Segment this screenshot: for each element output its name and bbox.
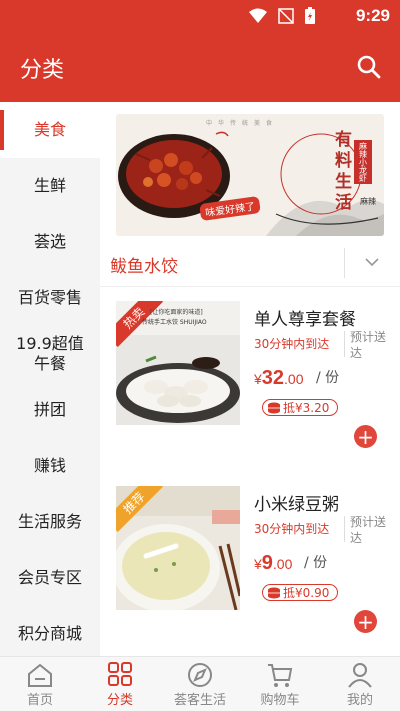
coupon-tag: 抵¥0.90 — [262, 584, 339, 601]
sidebar-item-fresh[interactable]: 生鲜 — [0, 158, 100, 214]
sidebar-item-label: 生活服务 — [17, 512, 82, 531]
battery-icon — [305, 7, 315, 24]
nav-home[interactable]: 首页 — [0, 657, 80, 711]
page-title: 分类 — [20, 58, 65, 83]
sidebar-item-selection[interactable]: 荟选 — [0, 214, 100, 270]
coupon-tag: 抵¥3.20 — [262, 399, 339, 416]
sidebar-item-food[interactable]: 美食 — [0, 102, 100, 158]
sidebar-item-label: 生鲜 — [33, 176, 66, 195]
sidebar-item-label: 拼团 — [33, 400, 66, 419]
sidebar-item-label: 会员专区 — [17, 568, 82, 587]
nav-cart[interactable]: 购物车 — [240, 657, 320, 711]
promo-banner[interactable]: 中华传统美食 有料生活 麻辣小龙虾 味爱好辣了 麻辣 — [116, 114, 384, 236]
section-divider — [344, 248, 345, 278]
search-icon[interactable] — [356, 54, 382, 80]
sidebar-item-label: 百货零售 — [17, 288, 82, 307]
product-name[interactable]: 小米绿豆粥 — [254, 490, 339, 515]
product-price: ¥32.00 — [254, 367, 304, 390]
image-caption-text: 传统手工水饺 SHUIJIAO — [142, 319, 207, 326]
price-integer: 9 — [261, 552, 273, 574]
section-title[interactable]: 鲅鱼水饺 — [110, 252, 178, 277]
coupon-text: 抵¥0.90 — [283, 586, 330, 600]
nav-profile[interactable]: 我的 — [320, 657, 400, 711]
bottom-nav: 首页 分类 荟客生活 购物车 我的 — [0, 656, 400, 711]
nav-life[interactable]: 荟客生活 — [160, 657, 240, 711]
predict-label: 预计送达 — [350, 330, 387, 360]
sidebar-item-points-mall[interactable]: 积分商城 — [0, 606, 100, 662]
profile-icon — [348, 663, 372, 688]
sidebar-item-label: 积分商城 — [17, 624, 82, 643]
category-content: 中华传统美食 有料生活 麻辣小龙虾 味爱好辣了 麻辣 鲅鱼水饺 热卖 [让你吃面… — [100, 102, 400, 656]
divider — [344, 516, 345, 542]
no-signal-icon — [278, 8, 294, 24]
sidebar-item-retail[interactable]: 百货零售 — [0, 270, 100, 326]
currency-symbol: ¥ — [254, 371, 262, 387]
sidebar-item-lunch[interactable]: 19.9超值午餐 — [0, 326, 100, 382]
image-header-text: [让你吃面家的味道] — [150, 309, 203, 316]
predict-label: 预计送达 — [350, 515, 387, 545]
nav-label: 荟客生活 — [173, 693, 226, 708]
nav-label: 我的 — [346, 693, 373, 708]
price-decimal: .00 — [284, 371, 304, 387]
divider — [344, 331, 345, 357]
banner-seal: 麻辣小龙虾 — [354, 140, 372, 184]
coin-icon — [265, 584, 283, 601]
category-icon — [108, 662, 132, 686]
product-card[interactable]: 热卖 [让你吃面家的味道] 传统手工水饺 SHUIJIAO 单人尊享套餐 30分… — [100, 287, 400, 457]
product-image[interactable]: 热卖 [让你吃面家的味道] 传统手工水饺 SHUIJIAO — [116, 301, 240, 425]
sidebar-item-earn[interactable]: 赚钱 — [0, 438, 100, 494]
status-time: 9:29 — [355, 6, 390, 25]
chevron-down-icon[interactable] — [362, 252, 382, 272]
price-decimal: .00 — [272, 556, 293, 572]
status-bar: 9:29 — [0, 0, 400, 32]
delivery-time: 30分钟内到达 — [254, 522, 330, 536]
delivery-time: 30分钟内到达 — [254, 337, 330, 351]
nav-label: 购物车 — [260, 693, 300, 708]
sidebar-item-member[interactable]: 会员专区 — [0, 550, 100, 606]
status-icons — [248, 7, 316, 25]
product-name[interactable]: 单人尊享套餐 — [254, 305, 356, 330]
nav-label: 首页 — [26, 693, 53, 708]
sidebar-item-label: 19.9超值午餐 — [16, 334, 84, 373]
product-card[interactable]: 推荐 小米绿豆粥 30分钟内到达 预计送达 ¥9.00 / 份 抵¥0.90 + — [100, 472, 400, 642]
price-integer: 32 — [261, 367, 285, 389]
product-image[interactable]: 推荐 — [116, 486, 240, 610]
currency-symbol: ¥ — [254, 556, 262, 572]
sidebar-item-life-service[interactable]: 生活服务 — [0, 494, 100, 550]
coupon-text: 抵¥3.20 — [283, 401, 330, 415]
add-to-cart-button[interactable]: + — [354, 425, 377, 448]
banner-corner-text: 麻辣 — [360, 197, 376, 206]
product-price: ¥9.00 — [254, 552, 292, 575]
compass-icon — [188, 663, 212, 687]
sidebar-item-group-buy[interactable]: 拼团 — [0, 382, 100, 438]
app-header: 分类 — [0, 32, 400, 102]
home-icon — [28, 663, 52, 687]
coin-icon — [265, 399, 283, 416]
sidebar-item-label: 赚钱 — [33, 456, 66, 475]
sidebar-item-label: 荟选 — [33, 232, 66, 251]
nav-label: 分类 — [106, 693, 133, 708]
nav-category[interactable]: 分类 — [80, 657, 160, 711]
price-unit: / 份 — [304, 555, 328, 571]
price-unit: / 份 — [316, 370, 340, 386]
category-sidebar: 美食 生鲜 荟选 百货零售 19.9超值午餐 拼团 赚钱 生活服务 会员专区 积… — [0, 102, 100, 656]
banner-slogan: 有料生活 — [331, 130, 351, 214]
wifi-icon — [249, 8, 267, 23]
banner-topline: 中华传统美食 — [206, 120, 279, 127]
add-to-cart-button[interactable]: + — [354, 610, 377, 633]
sidebar-item-label: 美食 — [33, 120, 66, 139]
cart-icon — [268, 664, 293, 687]
